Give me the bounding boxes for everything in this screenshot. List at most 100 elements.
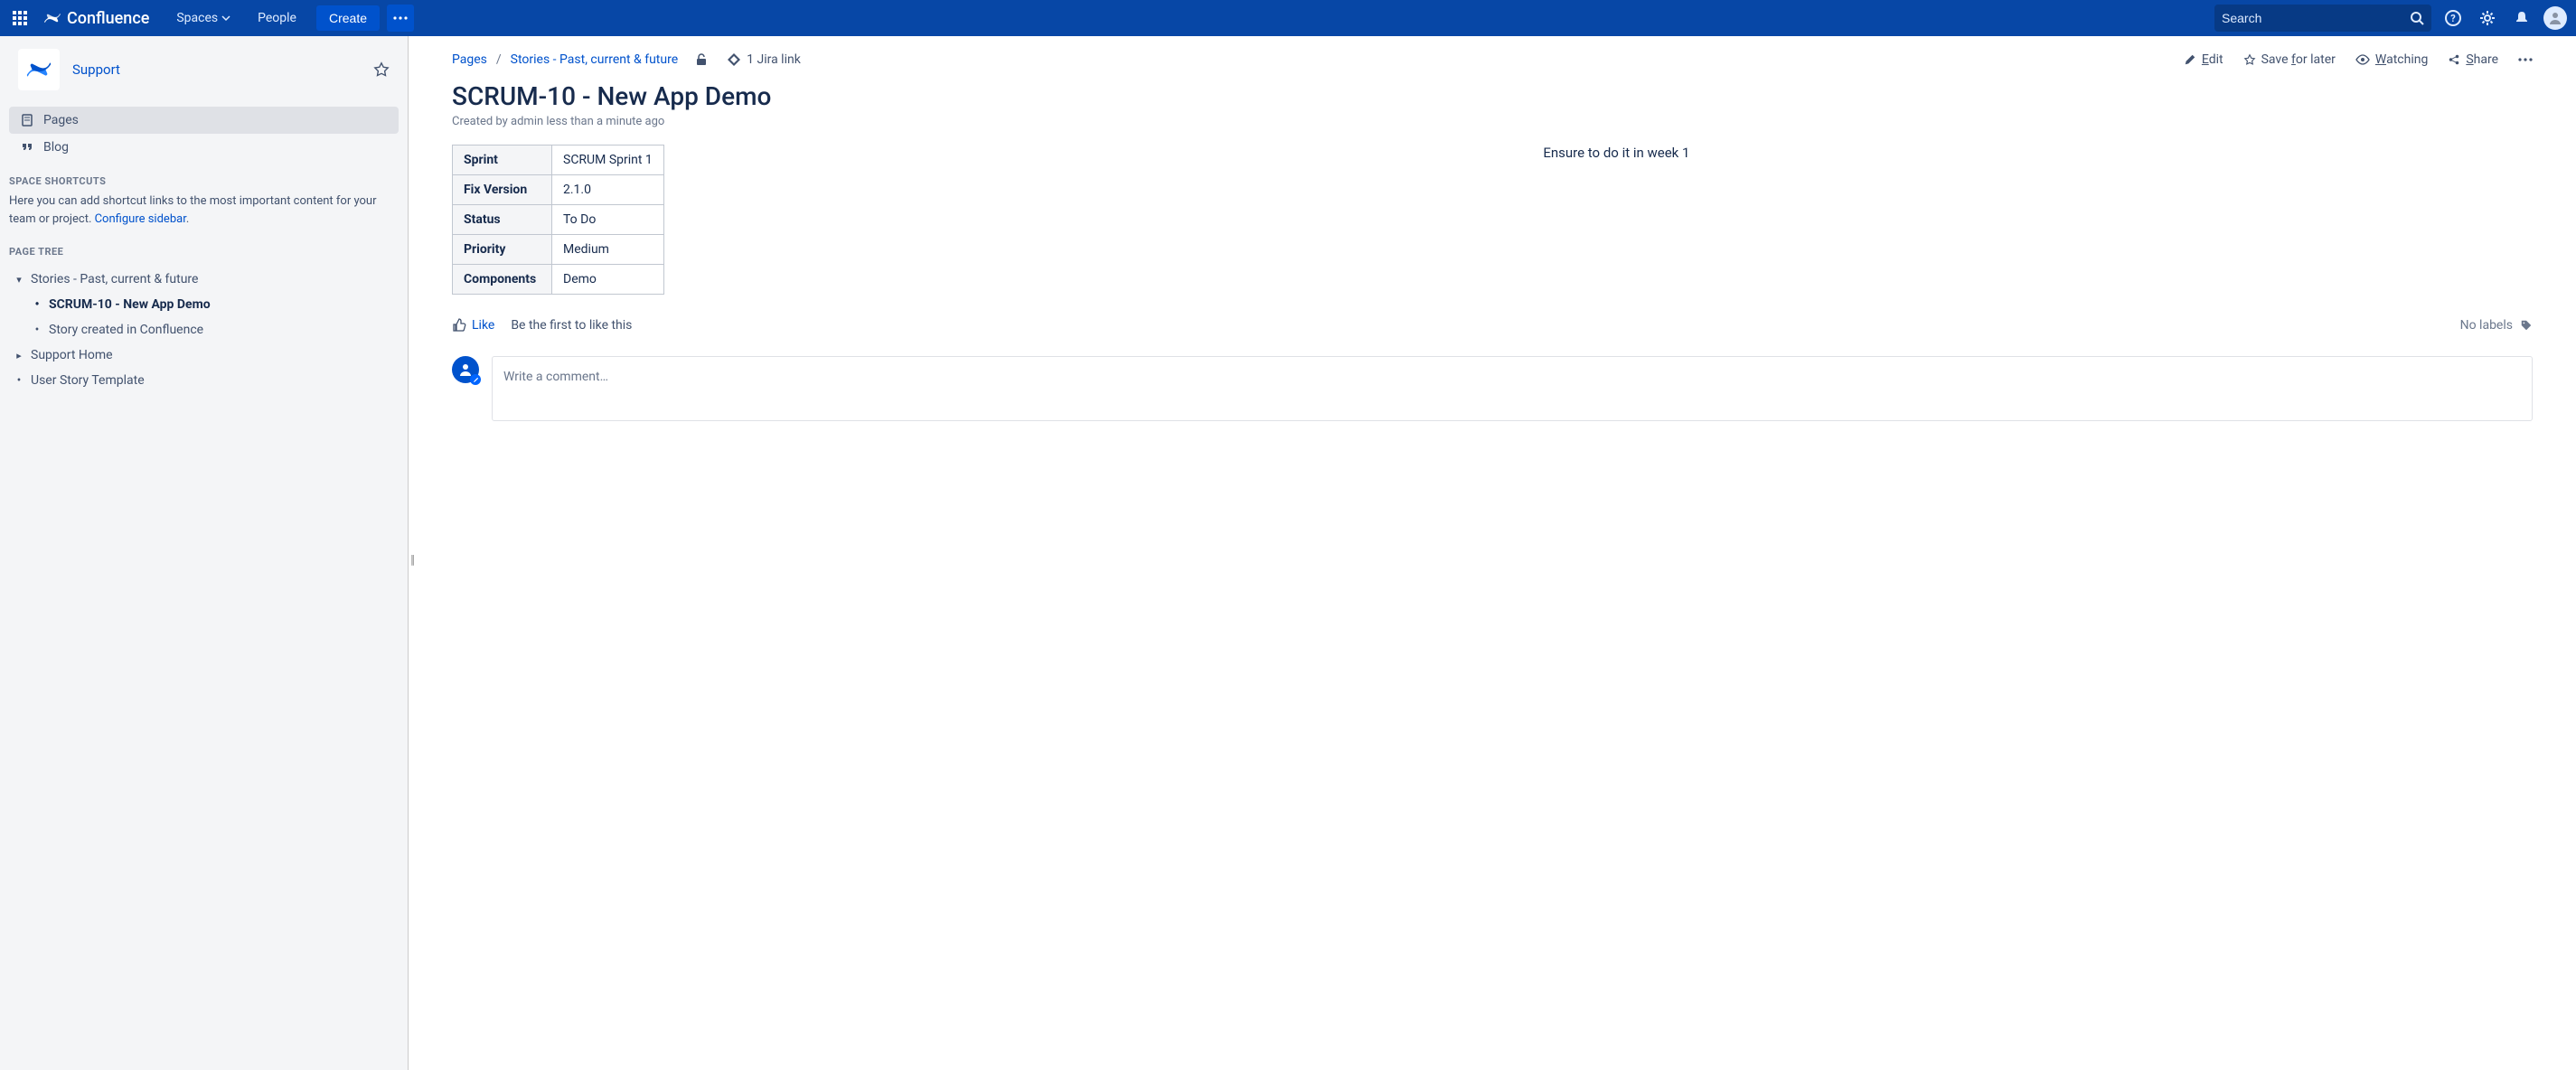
settings-button[interactable] (2475, 5, 2500, 31)
nav-people[interactable]: People (247, 0, 307, 36)
confluence-space-icon (25, 56, 52, 83)
tree-story-confluence[interactable]: • Story created in Confluence (27, 317, 399, 343)
tree-scrum10[interactable]: • SCRUM-10 - New App Demo (27, 292, 399, 317)
bullet-icon: • (31, 323, 43, 337)
search-input[interactable] (2222, 11, 2410, 25)
page-meta: Created by admin less than a minute ago (452, 115, 2533, 128)
like-row: Like Be the first to like this No labels (452, 318, 2533, 333)
page-header: Pages / Stories - Past, current & future… (452, 52, 2533, 67)
tree-support-home-label: Support Home (31, 348, 113, 362)
star-space-button[interactable] (373, 61, 390, 78)
tag-icon (2520, 319, 2533, 332)
svg-text:?: ? (2450, 13, 2456, 24)
create-button[interactable]: Create (316, 5, 380, 31)
configure-sidebar-link[interactable]: Configure sidebar (95, 212, 186, 226)
note-column: Ensure to do it in week 1 (700, 145, 2533, 161)
sidebar-blog-label: Blog (43, 140, 69, 155)
like-label: Like (472, 318, 494, 333)
profile-button[interactable] (2543, 6, 2567, 30)
confluence-logo[interactable]: Confluence (43, 9, 149, 28)
share-icon (2448, 53, 2460, 66)
share-label: Share (2466, 52, 2498, 67)
shortcuts-text: Here you can add shortcut links to the m… (9, 194, 377, 226)
page-content: Pages / Stories - Past, current & future… (409, 36, 2576, 1070)
bullet-icon: • (13, 373, 25, 388)
page-icon (20, 113, 34, 127)
tree-support-home[interactable]: ▸ Support Home (9, 343, 399, 368)
main-layout: Support Pages Blog SPACE SHORTCUTS Here … (0, 36, 2576, 1070)
chevron-down-icon[interactable]: ▾ (13, 274, 25, 286)
apps-icon (13, 11, 27, 25)
table-row: SprintSCRUM Sprint 1 (453, 145, 664, 175)
tree-user-story-template[interactable]: • User Story Template (9, 368, 399, 393)
notifications-button[interactable] (2509, 5, 2534, 31)
sidebar-pages-label: Pages (43, 113, 79, 127)
page-title: SCRUM-10 - New App Demo (452, 81, 2533, 111)
sidebar-main-links: Pages Blog (0, 103, 408, 164)
product-name: Confluence (67, 9, 149, 28)
space-name-link[interactable]: Support (72, 61, 120, 78)
star-outline-icon (2243, 53, 2256, 66)
unlock-icon (694, 52, 709, 67)
like-button[interactable]: Like (452, 318, 494, 333)
top-nav-right: ? (2214, 5, 2567, 32)
shortcuts-description: Here you can add shortcut links to the m… (0, 192, 408, 235)
help-button[interactable]: ? (2440, 5, 2466, 31)
watching-button[interactable]: Watching (2355, 52, 2428, 67)
cell-components-val: Demo (552, 265, 664, 295)
save-label: Save for later (2261, 52, 2336, 67)
sidebar-pages[interactable]: Pages (9, 107, 399, 134)
chevron-right-icon[interactable]: ▸ (13, 350, 25, 361)
sidebar: Support Pages Blog SPACE SHORTCUTS Here … (0, 36, 409, 1070)
page-note: Ensure to do it in week 1 (1543, 145, 1689, 161)
restrictions-button[interactable] (694, 52, 709, 67)
cell-sprint-key: Sprint (453, 145, 552, 175)
table-row: Fix Version2.1.0 (453, 175, 664, 205)
sidebar-collapse-handle[interactable]: || (410, 553, 413, 568)
table-row: PriorityMedium (453, 235, 664, 265)
save-for-later-button[interactable]: Save for later (2243, 52, 2336, 67)
tree-scrum10-label: SCRUM-10 - New App Demo (49, 297, 211, 312)
space-logo[interactable] (18, 49, 60, 90)
shortcuts-heading: SPACE SHORTCUTS (0, 164, 408, 192)
top-nav-left: Confluence Spaces People Create (9, 0, 414, 36)
nav-spaces[interactable]: Spaces (165, 0, 241, 36)
tree-template-label: User Story Template (31, 373, 145, 388)
gear-icon (2478, 9, 2496, 27)
bell-icon (2514, 10, 2530, 26)
search-box[interactable] (2214, 5, 2431, 32)
comment-avatar (452, 356, 479, 383)
share-button[interactable]: Share (2448, 52, 2498, 67)
app-switcher-button[interactable] (9, 7, 31, 29)
more-actions-button[interactable] (2518, 58, 2533, 61)
top-nav: Confluence Spaces People Create ? (0, 0, 2576, 36)
table-row: ComponentsDemo (453, 265, 664, 295)
confluence-icon (43, 9, 61, 27)
watching-label: Watching (2375, 52, 2428, 67)
page-tree: ▾ Stories - Past, current & future • SCR… (0, 263, 408, 397)
like-hint: Be the first to like this (511, 318, 632, 333)
ellipsis-icon (393, 16, 408, 20)
chevron-down-icon (221, 14, 230, 23)
cell-components-key: Components (453, 265, 552, 295)
create-more-button[interactable] (387, 5, 414, 32)
page-tree-heading: PAGE TREE (0, 235, 408, 263)
nav-spaces-label: Spaces (176, 11, 218, 25)
breadcrumbs: Pages / Stories - Past, current & future (452, 52, 709, 67)
page-actions: Edit Save for later Watching Share (2184, 52, 2533, 67)
cell-fixversion-val: 2.1.0 (552, 175, 664, 205)
cell-status-key: Status (453, 205, 552, 235)
quote-icon (20, 140, 34, 155)
jira-link[interactable]: 1 Jira link (727, 52, 801, 67)
eye-icon (2355, 53, 2370, 66)
edit-button[interactable]: Edit (2184, 52, 2223, 67)
cell-status-val: To Do (552, 205, 664, 235)
sidebar-blog[interactable]: Blog (9, 134, 399, 161)
tree-stories[interactable]: ▾ Stories - Past, current & future (9, 267, 399, 292)
comment-input[interactable]: Write a comment… (492, 356, 2533, 421)
breadcrumb-parent[interactable]: Stories - Past, current & future (511, 52, 678, 67)
comment-section: Write a comment… (452, 356, 2533, 421)
edit-badge-icon (470, 374, 481, 385)
add-label-button[interactable] (2520, 319, 2533, 332)
breadcrumb-pages[interactable]: Pages (452, 52, 487, 67)
